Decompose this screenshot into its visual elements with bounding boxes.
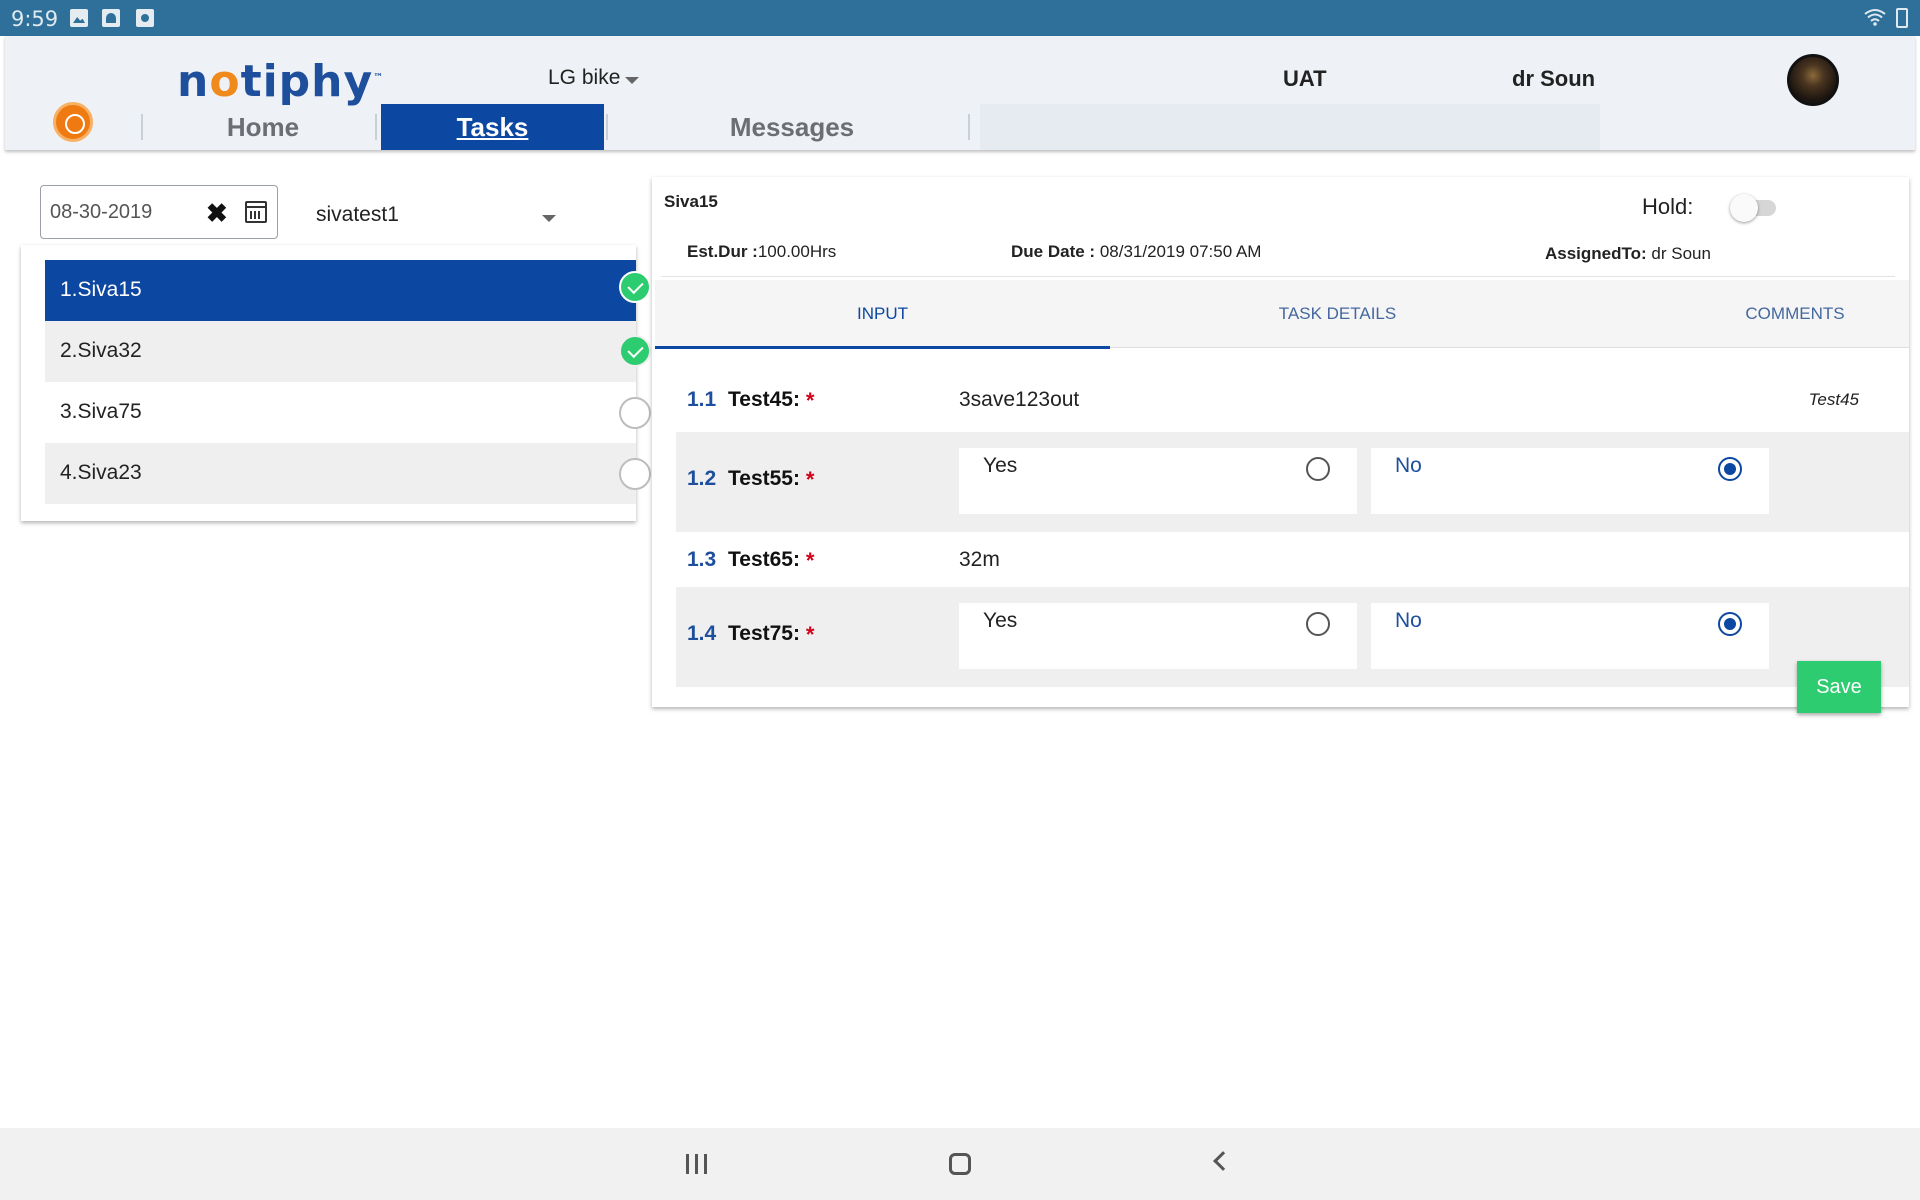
save-button[interactable]: Save <box>1797 661 1881 713</box>
task-list: 1.Siva15 2.Siva32 3.Siva75 4.Siva23 <box>21 245 651 521</box>
nav-divider <box>141 114 143 140</box>
question-number: 1.2 <box>687 467 717 490</box>
empty-circle-icon <box>619 397 651 429</box>
task-item[interactable]: 3.Siva75 <box>45 382 651 443</box>
task-label: 3.Siva75 <box>60 400 142 423</box>
environment-label: UAT <box>1283 66 1327 91</box>
task-detail-panel: Siva15 Hold: Est.Dur :100.00Hrs Due Date… <box>652 177 1909 707</box>
app-header: notiphy™ LG bike UAT dr Soun Home Tasks … <box>5 36 1915 150</box>
required-marker: * <box>805 467 815 492</box>
option-yes[interactable]: Yes <box>959 603 1357 669</box>
active-tab-indicator <box>655 346 1110 349</box>
hold-label: Hold: <box>1642 194 1694 219</box>
question-row: 1.3 Test65: * 32m <box>676 532 1909 586</box>
required-marker: * <box>805 622 815 647</box>
detail-tabs: INPUT TASK DETAILS COMMENTS <box>655 280 1909 349</box>
back-icon[interactable] <box>1213 1151 1233 1171</box>
question-row: 1.2 Test55: * Yes No <box>676 432 1909 532</box>
option-label: Yes <box>983 609 1018 632</box>
task-label: 2.Siva32 <box>60 339 142 362</box>
date-value: 08-30-2019 <box>50 201 153 223</box>
nav-divider <box>606 114 608 140</box>
radio-button-selected[interactable] <box>1718 457 1742 481</box>
tab-task-details[interactable]: TASK DETAILS <box>1110 280 1565 348</box>
option-yes[interactable]: Yes <box>959 448 1357 514</box>
question-row: 1.1 Test45: * 3save123out Test45 <box>676 372 1909 426</box>
chevron-down-icon[interactable] <box>625 77 639 84</box>
question-row: 1.4 Test75: * Yes No <box>676 587 1909 687</box>
app-notification-icon <box>102 9 120 27</box>
question-number: 1.1 <box>687 388 717 411</box>
nav-empty-area <box>980 104 1600 150</box>
date-field[interactable]: 08-30-2019 ✖ <box>40 185 278 239</box>
brand-badge-icon[interactable] <box>53 102 93 142</box>
est-duration: Est.Dur :100.00Hrs <box>687 242 837 261</box>
option-label: No <box>1395 454 1422 477</box>
user-name: dr Soun <box>1512 66 1596 91</box>
radio-button[interactable] <box>1306 457 1330 481</box>
tab-home[interactable]: Home <box>147 104 379 150</box>
question-hint: Test45 <box>1808 390 1859 409</box>
clock: 9:59 <box>11 7 59 31</box>
chevron-down-icon[interactable] <box>542 215 556 222</box>
tab-comments[interactable]: COMMENTS <box>1685 280 1905 348</box>
user-dropdown-value: sivatest1 <box>316 203 399 226</box>
task-item[interactable]: 1.Siva15 <box>45 260 651 321</box>
task-item[interactable]: 2.Siva32 <box>45 321 651 382</box>
answer-text-input[interactable]: 3save123out <box>959 388 1079 412</box>
required-marker: * <box>805 548 815 573</box>
battery-icon <box>1896 8 1908 28</box>
company-selector[interactable]: LG bike <box>548 66 620 90</box>
calendar-icon[interactable] <box>245 201 267 223</box>
assigned-to: AssignedTo: dr Soun <box>1545 244 1711 263</box>
tab-messages[interactable]: Messages <box>610 104 974 150</box>
tab-input[interactable]: INPUT <box>655 280 1110 348</box>
check-circle-icon <box>619 335 651 367</box>
check-circle-icon <box>619 271 651 303</box>
required-marker: * <box>805 388 815 413</box>
status-bar: 9:59 <box>0 0 1920 36</box>
nav-divider <box>375 114 377 140</box>
tab-tasks[interactable]: Tasks <box>381 104 604 150</box>
option-no[interactable]: No <box>1371 448 1769 514</box>
wifi-icon <box>1864 9 1886 26</box>
task-label: 4.Siva23 <box>60 461 142 484</box>
nav-divider <box>968 114 970 140</box>
hold-toggle[interactable] <box>1730 194 1782 222</box>
question-label: Test55: * <box>728 467 815 492</box>
radio-button-selected[interactable] <box>1718 612 1742 636</box>
radio-button[interactable] <box>1306 612 1330 636</box>
toggle-knob <box>1730 194 1758 222</box>
option-label: No <box>1395 609 1422 632</box>
question-label: Test75: * <box>728 622 815 647</box>
option-no[interactable]: No <box>1371 603 1769 669</box>
recent-apps-icon[interactable] <box>686 1154 708 1174</box>
question-label: Test45: * <box>728 388 815 413</box>
gallery-notification-icon <box>70 9 88 27</box>
home-icon[interactable] <box>949 1153 971 1175</box>
task-label: 1.Siva15 <box>60 278 142 301</box>
system-nav-bar <box>0 1128 1920 1200</box>
divider <box>661 276 1895 277</box>
question-number: 1.4 <box>687 622 717 645</box>
task-item[interactable]: 4.Siva23 <box>45 443 651 504</box>
notiphy-logo: notiphy™ <box>177 56 385 107</box>
question-number: 1.3 <box>687 548 717 571</box>
empty-circle-icon <box>619 458 651 490</box>
avatar[interactable] <box>1787 54 1839 106</box>
answer-text-input[interactable]: 32m <box>959 548 1000 572</box>
due-date: Due Date : 08/31/2019 07:50 AM <box>1011 242 1262 261</box>
question-label: Test65: * <box>728 548 815 573</box>
option-label: Yes <box>983 454 1018 477</box>
media-notification-icon <box>136 9 154 27</box>
clear-date-icon[interactable]: ✖ <box>206 198 228 229</box>
task-title: Siva15 <box>664 192 718 211</box>
